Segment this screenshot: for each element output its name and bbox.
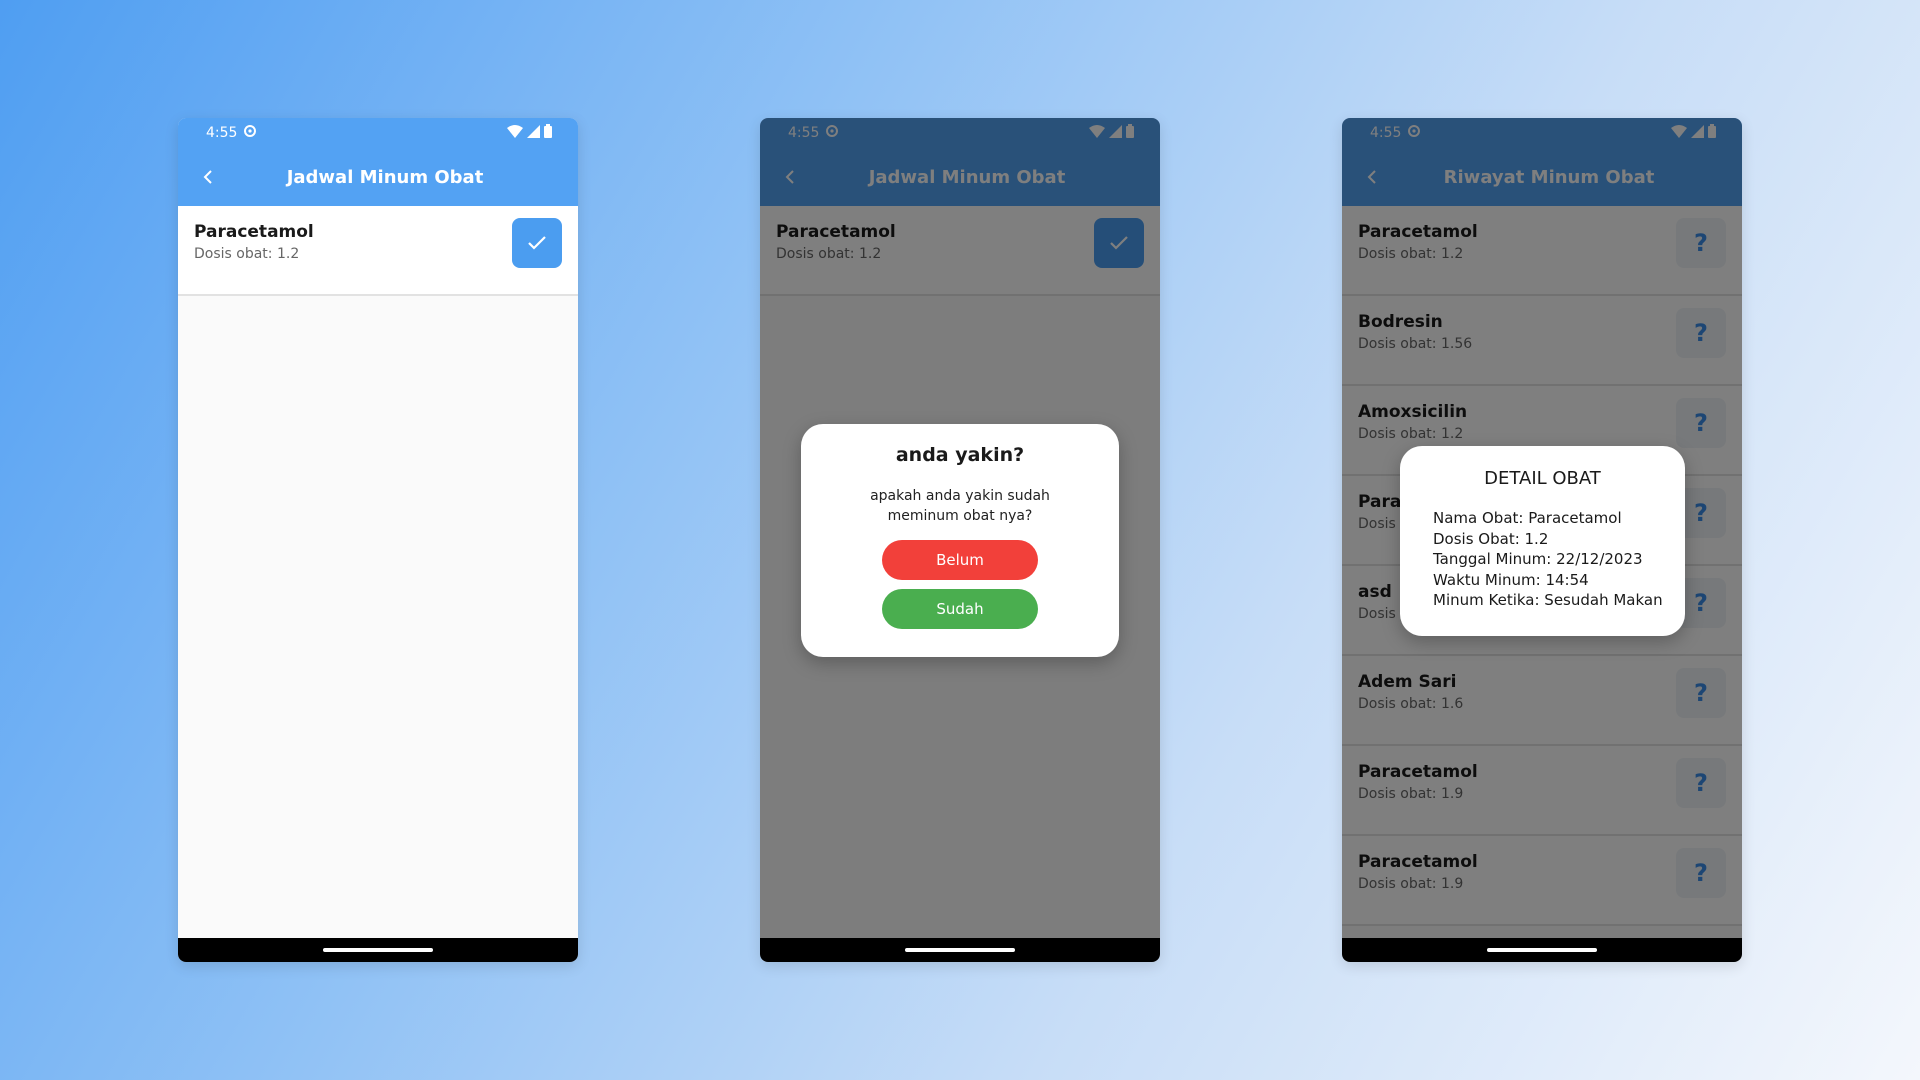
detail-ketika: Minum Ketika: Sesudah Makan	[1433, 591, 1663, 609]
dialog-message-line: meminum obat nya?	[887, 508, 1033, 524]
dialog-title: DETAIL OBAT	[1484, 468, 1601, 489]
detail-info: Nama Obat: Paracetamol Dosis Obat: 1.2 T…	[1433, 508, 1665, 611]
medicine-dose: Dosis obat: 1.2	[194, 246, 300, 262]
medicine-list: Paracetamol Dosis obat: 1.2	[178, 206, 578, 296]
detail-dialog: DETAIL OBAT Nama Obat: Paracetamol Dosis…	[1400, 446, 1685, 636]
detail-nama: Nama Obat: Paracetamol	[1433, 509, 1622, 527]
phone-screen-riwayat: 4:55 Riwayat Minum Obat Paracetamol Dosi…	[1342, 118, 1742, 962]
belum-button[interactable]: Belum	[882, 540, 1038, 580]
phone-screen-jadwal-confirm: 4:55 Jadwal Minum Obat Paracetamol Dosis…	[760, 118, 1160, 962]
phone-screen-jadwal: 4:55 Jadwal Minum Obat Paracetamol Dosis…	[178, 118, 578, 962]
home-indicator[interactable]	[323, 948, 433, 952]
system-nav-bar	[760, 938, 1160, 962]
header: 4:55 Jadwal Minum Obat	[178, 118, 578, 206]
dialog-title: anda yakin?	[895, 444, 1025, 466]
app-bar: Jadwal Minum Obat	[178, 148, 578, 206]
medicine-name: Paracetamol	[194, 222, 314, 242]
confirm-dialog: anda yakin? apakah anda yakin sudah memi…	[801, 424, 1119, 657]
mark-taken-button[interactable]	[512, 218, 562, 268]
detail-tanggal: Tanggal Minum: 22/12/2023	[1433, 550, 1643, 568]
detail-waktu: Waktu Minum: 14:54	[1433, 570, 1589, 589]
system-nav-bar	[1342, 938, 1742, 962]
gear-icon	[243, 124, 257, 142]
chevron-left-icon	[203, 170, 212, 184]
status-time: 4:55	[206, 125, 238, 141]
dialog-message-line: apakah anda yakin sudah	[870, 488, 1050, 504]
signal-icon	[527, 124, 540, 142]
check-icon	[528, 236, 546, 250]
battery-icon	[544, 124, 552, 142]
page-title: Jadwal Minum Obat	[286, 166, 484, 188]
wifi-icon	[507, 124, 523, 142]
home-indicator[interactable]	[905, 948, 1015, 952]
detail-dosis: Dosis Obat: 1.2	[1433, 529, 1549, 548]
sudah-button[interactable]: Sudah	[882, 589, 1038, 629]
back-button[interactable]	[194, 148, 222, 206]
list-item: Paracetamol Dosis obat: 1.2	[178, 206, 578, 296]
home-indicator[interactable]	[1487, 948, 1597, 952]
status-bar: 4:55	[178, 118, 578, 148]
system-nav-bar	[178, 938, 578, 962]
dialog-message: apakah anda yakin sudah meminum obat nya…	[801, 486, 1119, 526]
